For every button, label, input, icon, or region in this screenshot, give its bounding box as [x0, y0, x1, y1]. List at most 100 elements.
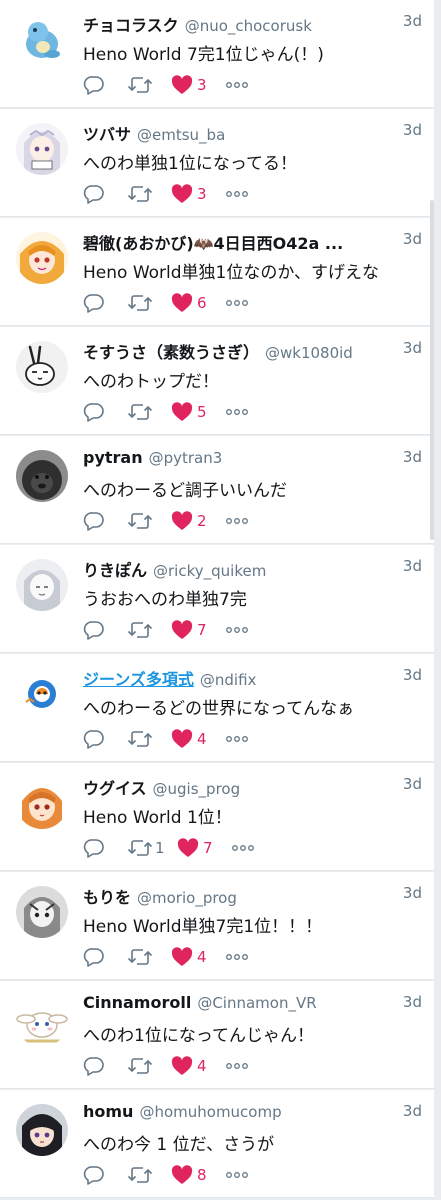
display-name[interactable]: ジーンズ多項式 — [83, 670, 194, 689]
user-handle[interactable]: @emtsu_ba — [137, 126, 225, 144]
retweet-button[interactable] — [127, 291, 171, 315]
reply-button[interactable] — [83, 182, 127, 206]
like-button[interactable]: 8 — [171, 1163, 225, 1187]
tweet[interactable]: homu @homuhomucomp 3d へのわ今 1 位だ、さうが 8 — [0, 1090, 434, 1198]
avatar[interactable] — [16, 668, 68, 720]
reply-button[interactable] — [83, 727, 127, 751]
tweet[interactable]: チョコラスク @nuo_chocorusk 3d Heno World 7完1位じ… — [0, 0, 434, 108]
like-button[interactable]: 4 — [171, 727, 225, 751]
user-handle[interactable]: @nuo_chocorusk — [185, 17, 312, 35]
more-button[interactable] — [225, 727, 249, 751]
timestamp[interactable]: 3d — [398, 884, 422, 902]
like-button[interactable]: 3 — [171, 182, 225, 206]
timestamp[interactable]: 3d — [398, 339, 422, 357]
avatar[interactable] — [16, 123, 68, 175]
like-button[interactable]: 7 — [177, 836, 231, 860]
user-handle[interactable]: @ndifix — [200, 671, 257, 689]
like-button[interactable]: 3 — [171, 73, 225, 97]
like-button[interactable]: 5 — [171, 400, 225, 424]
avatar[interactable] — [16, 341, 68, 393]
avatar[interactable] — [16, 1104, 68, 1156]
retweet-button[interactable] — [127, 945, 171, 969]
reply-button[interactable] — [83, 836, 127, 860]
tweet[interactable]: ツバサ @emtsu_ba 3d へのわ単独1位になってる！ 3 — [0, 109, 434, 217]
timestamp[interactable]: 3d — [398, 993, 422, 1011]
display-name[interactable]: チョコラスク — [83, 16, 179, 35]
user-handle[interactable]: @wk1080id — [265, 344, 353, 362]
avatar[interactable] — [16, 14, 68, 66]
display-name[interactable]: homu — [83, 1102, 133, 1121]
display-name[interactable]: ウグイス — [83, 779, 147, 798]
like-button[interactable]: 4 — [171, 945, 225, 969]
timestamp[interactable]: 3d — [398, 1102, 422, 1120]
like-button[interactable]: 4 — [171, 1054, 225, 1078]
scrollbar[interactable] — [430, 200, 434, 540]
user-handle[interactable]: @morio_prog — [137, 889, 237, 907]
more-button[interactable] — [225, 73, 249, 97]
retweet-button[interactable] — [127, 182, 171, 206]
tweet[interactable]: そすうさ（素数うさぎ） @wk1080id 3d へのわトップだ！ 5 — [0, 327, 434, 435]
retweet-button[interactable]: 1 — [127, 836, 177, 860]
timestamp[interactable]: 3d — [398, 775, 422, 793]
more-button[interactable] — [225, 509, 249, 533]
retweet-button[interactable] — [127, 618, 171, 642]
reply-button[interactable] — [83, 509, 127, 533]
like-button[interactable]: 7 — [171, 618, 225, 642]
avatar[interactable] — [16, 559, 68, 611]
more-button[interactable] — [225, 618, 249, 642]
avatar[interactable] — [16, 777, 68, 829]
more-button[interactable] — [225, 291, 249, 315]
reply-button[interactable] — [83, 1163, 127, 1187]
timestamp[interactable]: 3d — [398, 121, 422, 139]
tweet[interactable]: pytran @pytran3 3d へのわーるど調子いいんだ 2 — [0, 436, 434, 544]
more-button[interactable] — [225, 1163, 249, 1187]
user-handle[interactable]: @ugis_prog — [153, 780, 241, 798]
like-button[interactable]: 6 — [171, 291, 225, 315]
retweet-button[interactable] — [127, 400, 171, 424]
reply-button[interactable] — [83, 618, 127, 642]
timestamp[interactable]: 3d — [398, 12, 422, 30]
display-name[interactable]: りきぽん — [83, 561, 147, 580]
timestamp[interactable]: 3d — [398, 557, 422, 575]
reply-button[interactable] — [83, 291, 127, 315]
avatar[interactable] — [16, 995, 68, 1047]
tweet[interactable]: Cinnamoroll @Cinnamon_VR 3d へのわ1位になってんじゃん… — [0, 981, 434, 1089]
display-name[interactable]: 碧徹(あおかび)🦇4日目西O42a ... — [83, 234, 343, 253]
display-name[interactable]: ツバサ — [83, 125, 131, 144]
avatar[interactable] — [16, 886, 68, 938]
user-handle[interactable]: @Cinnamon_VR — [197, 994, 316, 1012]
tweet[interactable]: りきぽん @ricky_quikem 3d うおおへのわ単独7完 7 — [0, 545, 434, 653]
timestamp[interactable]: 3d — [398, 666, 422, 684]
reply-button[interactable] — [83, 73, 127, 97]
tweet[interactable]: ウグイス @ugis_prog 3d Heno World 1位！ 1 7 — [0, 763, 434, 871]
avatar[interactable] — [16, 232, 68, 284]
reply-button[interactable] — [83, 400, 127, 424]
display-name[interactable]: pytran — [83, 448, 143, 467]
user-handle[interactable]: @ricky_quikem — [153, 562, 266, 580]
tweet[interactable]: もりを @morio_prog 3d Heno World単独7完1位！！！ 4 — [0, 872, 434, 980]
tweet-text: うおおへのわ単独7完 — [83, 590, 247, 610]
more-button[interactable] — [231, 836, 255, 860]
retweet-button[interactable] — [127, 1163, 171, 1187]
user-handle[interactable]: @homuhomucomp — [139, 1103, 281, 1121]
reply-button[interactable] — [83, 945, 127, 969]
like-button[interactable]: 2 — [171, 509, 225, 533]
more-button[interactable] — [225, 945, 249, 969]
retweet-button[interactable] — [127, 1054, 171, 1078]
user-handle[interactable]: @pytran3 — [149, 449, 223, 467]
retweet-button[interactable] — [127, 509, 171, 533]
avatar[interactable] — [16, 450, 68, 502]
more-button[interactable] — [225, 182, 249, 206]
display-name[interactable]: そすうさ（素数うさぎ） — [83, 343, 259, 362]
more-button[interactable] — [225, 400, 249, 424]
tweet[interactable]: 碧徹(あおかび)🦇4日目西O42a ... 3d Heno World単独1位な… — [0, 218, 434, 326]
timestamp[interactable]: 3d — [398, 448, 422, 466]
retweet-button[interactable] — [127, 73, 171, 97]
more-button[interactable] — [225, 1054, 249, 1078]
reply-button[interactable] — [83, 1054, 127, 1078]
display-name[interactable]: もりを — [83, 888, 131, 907]
timestamp[interactable]: 3d — [398, 230, 422, 248]
tweet[interactable]: ジーンズ多項式 @ndifix 3d へのわーるどの世界になってんなぁ 4 — [0, 654, 434, 762]
display-name[interactable]: Cinnamoroll — [83, 993, 191, 1012]
retweet-button[interactable] — [127, 727, 171, 751]
